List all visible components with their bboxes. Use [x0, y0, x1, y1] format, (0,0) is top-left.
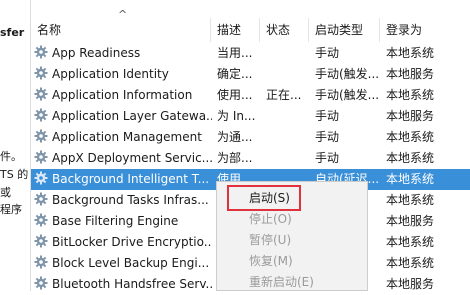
gear-service-icon [34, 192, 48, 206]
service-description: 使用... [217, 88, 253, 102]
service-logon-as: 本地服务 [386, 67, 435, 81]
service-status [266, 64, 310, 85]
service-logon-as: 本地系统 [386, 130, 435, 144]
gear-service-icon [34, 45, 48, 59]
gear-service-icon [34, 150, 48, 164]
service-name-cell: Application Information [34, 85, 212, 106]
service-name-cell: Block Level Backup Engi... [34, 253, 212, 274]
column-header-description[interactable]: 描述 [211, 18, 260, 42]
service-name-cell: Base Filtering Engine [34, 211, 212, 232]
service-startup-type: 手动(触发... [315, 88, 380, 102]
service-startup-type: 手动(触发... [315, 67, 380, 81]
service-logon-as: 本地系统 [386, 46, 435, 60]
menu-item-pause: 暂停(U) [249, 233, 292, 247]
pane-title-fragment: sfer [0, 26, 25, 39]
service-name-cell: BitLocker Drive Encryptio... [34, 232, 212, 253]
service-startup-type: 手动 [315, 46, 340, 60]
service-description: 确定... [217, 67, 253, 81]
service-name-cell: App Readiness [34, 43, 212, 64]
column-header-startup-type[interactable]: 启动类型 [309, 18, 380, 42]
service-startup-type: 手动 [315, 109, 340, 123]
service-status: 正在... [266, 88, 302, 102]
pane-text-fragment: 程序 [0, 203, 22, 216]
menu-item-resume: 恢复(M) [249, 254, 293, 268]
gear-service-icon [34, 276, 48, 290]
service-logon-as: 本地系统 [386, 172, 435, 186]
service-status [266, 43, 310, 64]
service-row[interactable]: Application Identity 确定... 手动(触发... 本地服务 [31, 64, 470, 85]
service-description-pane: sfer 件。 TS 的 或 程序 [0, 0, 30, 291]
service-description: 为通... [217, 130, 253, 144]
service-name: App Readiness [52, 46, 141, 60]
gear-service-icon [34, 171, 48, 185]
service-name-cell: AppX Deployment Servic... [34, 148, 212, 169]
pane-text-fragment: TS 的 [0, 168, 29, 181]
gear-service-icon [34, 234, 48, 248]
service-row[interactable]: App Readiness 当用... 手动 本地系统 [31, 43, 470, 64]
service-name-cell: Application Identity [34, 64, 212, 85]
service-name: Application Layer Gatewa... [52, 109, 212, 123]
service-row[interactable]: Application Layer Gatewa... 为 In... 手动 本地服务 [31, 106, 470, 127]
service-name: AppX Deployment Servic... [52, 151, 212, 165]
service-name: Base Filtering Engine [52, 214, 179, 228]
column-header-name[interactable]: 名称 [31, 18, 211, 42]
service-logon-as: 本地系统 [386, 193, 435, 207]
service-row[interactable]: Application Management 为通... 手动 本地系统 [31, 127, 470, 148]
gear-service-icon [34, 129, 48, 143]
pane-text-fragment: 或 [0, 186, 11, 199]
service-startup-type: 手动 [315, 130, 340, 144]
service-description: 当用... [217, 46, 253, 60]
service-name-cell: Application Layer Gatewa... [34, 106, 212, 127]
service-name: Background Tasks Infras... [52, 193, 209, 207]
start-item-highlight [227, 185, 301, 211]
service-status [266, 148, 310, 169]
gear-service-icon [34, 66, 48, 80]
service-description: 为 In... [217, 109, 256, 123]
service-name: Bluetooth Handsfree Serv... [52, 277, 212, 291]
column-header-status[interactable]: 状态 [260, 18, 309, 42]
service-name: Application Management [52, 130, 202, 144]
menu-item-restart: 重新启动(E) [249, 275, 314, 289]
service-name: Application Information [52, 88, 193, 102]
service-row[interactable]: AppX Deployment Servic... 为部... 手动 本地系统 [31, 148, 470, 169]
column-header-logon-as[interactable]: 登录为 [380, 18, 470, 42]
service-logon-as: 本地服务 [386, 109, 435, 123]
service-name-cell: Bluetooth Handsfree Serv... [34, 274, 212, 295]
service-logon-as: 本地系统 [386, 151, 435, 165]
service-row[interactable]: Application Information 使用... 正在... 手动(触发..… [31, 85, 470, 106]
service-name-cell: Background Intelligent T... [34, 169, 212, 190]
gear-service-icon [34, 108, 48, 122]
service-name: Background Intelligent T... [52, 172, 210, 186]
pane-text-fragment: 件。 [0, 150, 22, 163]
service-logon-as: 本地系统 [386, 235, 435, 249]
column-header-row: ^ 名称 描述 状态 启动类型 登录为 [31, 8, 470, 42]
gear-service-icon [34, 255, 48, 269]
gear-service-icon [34, 213, 48, 227]
service-status [266, 106, 310, 127]
service-logon-as: 本地服务 [386, 277, 435, 291]
service-name: Application Identity [52, 67, 169, 81]
service-status [266, 127, 310, 148]
service-name: Block Level Backup Engi... [52, 256, 210, 270]
service-name-cell: Application Management [34, 127, 212, 148]
service-startup-type: 手动 [315, 151, 340, 165]
service-logon-as: 本地系统 [386, 88, 435, 102]
gear-service-icon [34, 87, 48, 101]
menu-item-stop: 停止(O) [249, 212, 292, 226]
service-logon-as: 本地服务 [386, 214, 435, 228]
service-name-cell: Background Tasks Infras... [34, 190, 212, 211]
service-logon-as: 本地系统 [386, 256, 435, 270]
service-name: BitLocker Drive Encryptio... [52, 235, 212, 249]
service-description: 为部... [217, 151, 253, 165]
